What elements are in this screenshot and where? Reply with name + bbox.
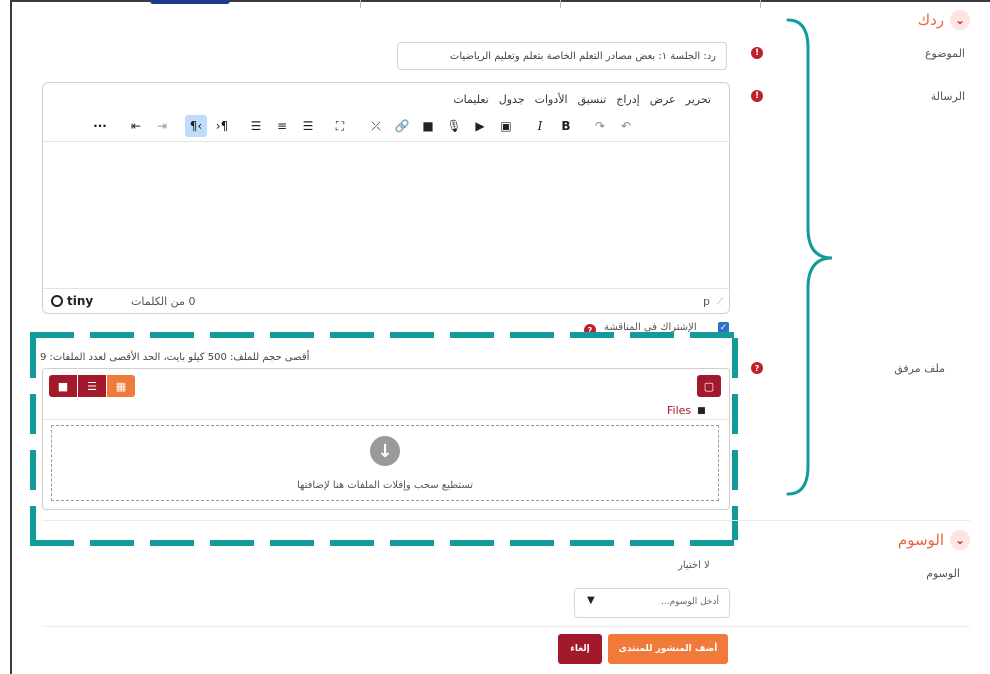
subject-field[interactable]: رد: الجلسة ١: بعض مصادر التعلم الخاصة بت… xyxy=(397,42,727,70)
image-icon[interactable]: ▣ xyxy=(495,115,517,137)
folder-button[interactable]: ■ xyxy=(49,375,77,397)
resize-handle-icon[interactable]: ⟋ xyxy=(717,297,723,307)
caret-down-icon[interactable]: ▼ xyxy=(587,595,595,606)
menu-table[interactable]: جدول xyxy=(499,93,525,106)
outdent-icon[interactable]: ⇤ xyxy=(125,115,147,137)
grid-view-button[interactable]: ▦ xyxy=(107,375,135,397)
drop-text: تستطيع سحب وإفلات الملفات هنا لإضافتها xyxy=(296,480,474,491)
rtl-icon[interactable]: ¶‹ xyxy=(185,115,207,137)
list-view-button[interactable]: ☰ xyxy=(78,375,106,397)
annotation-dash-bottom xyxy=(30,540,736,546)
message-label: الرسالة xyxy=(930,90,965,103)
reply-section-title: ردك xyxy=(917,11,944,29)
reply-section-header[interactable]: ⌄ ردك xyxy=(918,10,970,30)
top-accent-bar xyxy=(150,0,230,4)
undo-icon[interactable]: ↶ xyxy=(615,115,637,137)
editor-brand[interactable]: tiny xyxy=(51,294,93,308)
folder-icon: ■ xyxy=(697,405,706,416)
add-file-button[interactable]: ▢ xyxy=(697,375,721,397)
help-icon[interactable]: ? xyxy=(751,362,763,374)
tiny-logo-icon xyxy=(51,295,63,307)
more-icon[interactable]: ··· xyxy=(89,115,111,137)
align-right-icon[interactable]: ☰ xyxy=(245,115,267,137)
menu-tools[interactable]: الأدوات xyxy=(535,93,568,106)
link-icon[interactable]: 🔗 xyxy=(391,115,413,137)
word-count: 0 من الكلمات xyxy=(131,295,196,308)
menu-view[interactable]: عرض xyxy=(650,93,676,106)
tiny-brand: tiny xyxy=(67,294,94,308)
list-view-icon: ☰ xyxy=(87,379,97,393)
chevron-down-icon: ⌄ xyxy=(950,530,970,550)
annotation-dash-left xyxy=(30,338,36,540)
italic-icon[interactable]: I xyxy=(529,115,551,137)
record-video-icon[interactable]: ■ xyxy=(417,115,439,137)
indent-icon[interactable]: ⇥ xyxy=(151,115,173,137)
tags-section-title: الوسوم xyxy=(897,531,944,549)
annotation-dash-top xyxy=(30,332,736,338)
element-path: p xyxy=(703,295,710,308)
drop-zone[interactable]: ↓ تستطيع سحب وإفلات الملفات هنا لإضافتها xyxy=(51,425,719,501)
menu-format[interactable]: تنسيق xyxy=(578,93,607,106)
folder-path[interactable]: Files ■ xyxy=(667,404,706,417)
tags-label: الوسوم xyxy=(926,567,960,580)
tags-placeholder: أدخل الوسوم... xyxy=(661,597,719,607)
grid-view-icon: ▦ xyxy=(115,379,127,393)
message-editor[interactable]: تحرير عرض إدراج تنسيق الأدوات جدول تعليم… xyxy=(42,82,730,314)
file-limits: أقصى حجم للملف: 500 كيلو بايت، الحد الأق… xyxy=(40,352,310,363)
window-border-left xyxy=(10,0,12,674)
annotation-dash-right xyxy=(732,338,738,540)
chevron-down-icon: ⌄ xyxy=(950,10,970,30)
filepicker-divider xyxy=(43,419,729,420)
editor-menubar: تحرير عرض إدراج تنسيق الأدوات جدول تعليم… xyxy=(453,93,711,106)
required-icon: ! xyxy=(751,90,763,102)
section-divider xyxy=(42,626,970,627)
editor-toolbar: ··· ⇤ ⇥ ¶‹ ›¶ ☰ ≡ ☰ ⛶ ⤫ 🔗 ■ 🎙 ▶ ▣ I B ↷ … xyxy=(87,115,639,137)
record-audio-icon[interactable]: 🎙 xyxy=(443,115,465,137)
toolbar-divider xyxy=(43,141,729,142)
top-divider xyxy=(360,0,361,8)
download-icon: ↓ xyxy=(370,436,400,466)
bold-icon[interactable]: B xyxy=(555,115,577,137)
redo-icon[interactable]: ↷ xyxy=(589,115,611,137)
unlink-icon[interactable]: ⤫ xyxy=(365,115,387,137)
section-divider xyxy=(42,520,970,521)
menu-edit[interactable]: تحرير xyxy=(686,93,711,106)
required-icon: ! xyxy=(751,47,763,59)
annotation-brace xyxy=(786,18,833,496)
menu-help[interactable]: تعليمات xyxy=(453,93,488,106)
tags-section-header[interactable]: ⌄ الوسوم xyxy=(898,530,970,550)
subject-label: الموضوع xyxy=(924,47,965,60)
folder-name: Files xyxy=(667,404,692,417)
attachment-label: ملف مرفق xyxy=(894,362,945,375)
fullscreen-icon[interactable]: ⛶ xyxy=(329,115,351,137)
top-divider xyxy=(560,0,561,8)
align-left-icon[interactable]: ☰ xyxy=(297,115,319,137)
submit-post-button[interactable]: أضف المنشور للمنتدى xyxy=(608,634,728,664)
media-icon[interactable]: ▶ xyxy=(469,115,491,137)
ltr-icon[interactable]: ›¶ xyxy=(211,115,233,137)
no-selection-text: لا اختيار xyxy=(678,560,710,571)
filepicker: ■ ☰ ▦ ▢ Files ■ ↓ تستطيع سحب وإفلات المل… xyxy=(42,368,730,510)
statusbar-divider xyxy=(43,288,729,289)
cancel-button[interactable]: إلغاء xyxy=(558,634,602,664)
folder-icon: ■ xyxy=(57,379,69,393)
top-divider xyxy=(760,0,761,8)
menu-insert[interactable]: إدراج xyxy=(616,93,639,106)
tags-input[interactable]: أدخل الوسوم... ▼ xyxy=(574,588,730,618)
align-center-icon[interactable]: ≡ xyxy=(271,115,293,137)
file-icon: ▢ xyxy=(703,379,715,393)
